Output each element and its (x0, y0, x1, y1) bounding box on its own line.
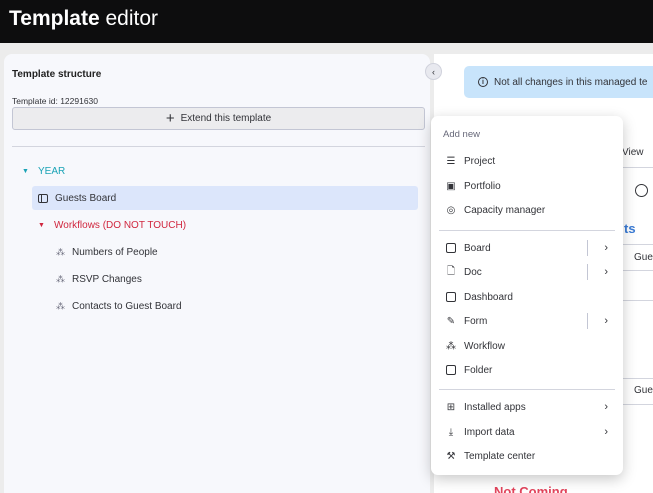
menu-item-label: Form (464, 315, 488, 327)
chevron-right-icon: › (604, 401, 608, 413)
menu-header: Add new (443, 129, 480, 140)
extend-template-button[interactable]: + Extend this template (12, 107, 425, 130)
menu-item-template-center[interactable]: ⚒ Template center (431, 445, 623, 467)
view-tab[interactable]: View (622, 147, 644, 158)
menu-item-label: Portfolio (464, 180, 501, 192)
form-icon: ✎ (446, 315, 456, 327)
portfolio-icon: ▣ (446, 180, 456, 192)
divider (622, 244, 653, 245)
menu-item-import-data[interactable]: ⤓ Import data › (431, 421, 623, 443)
menu-item-installed-apps[interactable]: ⊞ Installed apps › (431, 396, 623, 418)
panel-heading: Template structure (12, 69, 102, 80)
divider (622, 270, 653, 271)
menu-item-label: Capacity manager (464, 204, 546, 216)
capacity-icon: ◎ (446, 204, 456, 216)
info-banner: i Not all changes in this managed te (464, 66, 653, 98)
tree-item-workflow[interactable]: ⁂ Contacts to Guest Board (56, 294, 182, 318)
board-icon (38, 193, 48, 203)
menu-item-label: Workflow (464, 340, 505, 352)
menu-item-capacity-manager[interactable]: ◎ Capacity manager (431, 199, 623, 221)
menu-divider (439, 389, 615, 390)
group-title-not-coming: Not Coming (494, 484, 568, 493)
column-header-fragment: Gue (634, 252, 653, 263)
menu-item-label: Template center (464, 450, 536, 462)
menu-item-label: Import data (464, 426, 515, 438)
import-icon: ⤓ (448, 426, 454, 438)
top-bar: Template editor (0, 0, 653, 43)
chevron-right-icon[interactable]: › (604, 315, 608, 327)
group-title-fragment: ts (624, 221, 636, 236)
chevron-left-icon: ‹ (432, 66, 435, 77)
chevron-right-icon[interactable]: › (604, 242, 608, 254)
template-center-icon: ⚒ (446, 450, 456, 462)
divider (622, 300, 653, 301)
separator (587, 264, 588, 280)
divider (12, 146, 425, 147)
menu-item-label: Project (464, 155, 496, 167)
divider (622, 167, 653, 168)
workflow-icon: ⁂ (56, 246, 65, 257)
page-title: Template editor (9, 6, 158, 32)
doc-icon: 🗋 (446, 265, 456, 277)
tree-label: Guests Board (55, 192, 117, 204)
tree-item-guests-board[interactable]: Guests Board (32, 186, 418, 210)
tree-item-workflows[interactable]: ▼ Workflows (DO NOT TOUCH) (38, 213, 186, 237)
menu-item-label: Dashboard (464, 291, 513, 303)
separator (587, 240, 588, 256)
menu-item-portfolio[interactable]: ▣ Portfolio (431, 175, 623, 197)
tree-label: Numbers of People (72, 246, 158, 258)
menu-item-label: Board (464, 242, 491, 254)
project-icon: ☰ (446, 155, 456, 167)
caret-down-icon: ▼ (38, 221, 45, 229)
divider (622, 378, 653, 379)
add-new-menu: Add new ☰ Project ▣ Portfolio ◎ Capacity… (431, 116, 623, 475)
person-icon[interactable] (635, 184, 648, 197)
dashboard-icon (445, 291, 457, 303)
divider (622, 404, 653, 405)
title-light: editor (105, 7, 159, 30)
banner-text: Not all changes in this managed te (494, 76, 648, 88)
caret-down-icon: ▼ (22, 167, 29, 175)
menu-item-project[interactable]: ☰ Project (431, 150, 623, 172)
workflow-icon: ⁂ (56, 273, 65, 284)
collapse-panel-button[interactable]: ‹ (425, 63, 442, 80)
menu-item-folder[interactable]: Folder (431, 359, 623, 381)
menu-item-board[interactable]: Board › (431, 237, 623, 259)
menu-item-label: Folder (464, 364, 493, 376)
menu-item-label: Installed apps (464, 401, 526, 413)
extend-label: Extend this template (180, 113, 272, 124)
menu-item-label: Doc (464, 266, 482, 278)
column-header-fragment: Gue (634, 385, 653, 396)
title-bold: Template (9, 7, 100, 30)
tree-item-workflow[interactable]: ⁂ RSVP Changes (56, 267, 142, 291)
template-id: Template id: 12291630 (12, 96, 99, 106)
tree-label: Contacts to Guest Board (72, 300, 182, 312)
workflow-icon: ⁂ (446, 340, 456, 352)
folder-icon (445, 364, 457, 376)
chevron-right-icon: › (604, 426, 608, 438)
tree-label: YEAR (38, 165, 66, 177)
plus-icon: + (165, 110, 175, 127)
tree-item-year[interactable]: ▼ YEAR (22, 159, 65, 183)
menu-item-form[interactable]: ✎ Form › (431, 310, 623, 332)
tree-item-workflow[interactable]: ⁂ Numbers of People (56, 240, 158, 264)
chevron-right-icon[interactable]: › (604, 266, 608, 278)
board-icon (445, 242, 457, 254)
menu-item-workflow[interactable]: ⁂ Workflow (431, 335, 623, 357)
info-icon: i (478, 77, 488, 87)
menu-item-doc[interactable]: 🗋 Doc › (431, 261, 623, 283)
apps-icon: ⊞ (446, 401, 456, 413)
menu-item-dashboard[interactable]: Dashboard (431, 286, 623, 308)
workflow-icon: ⁂ (56, 300, 65, 311)
template-structure-panel: Template structure Template id: 12291630… (4, 54, 430, 493)
tree-label: Workflows (DO NOT TOUCH) (54, 219, 187, 231)
tree-label: RSVP Changes (72, 273, 142, 285)
separator (587, 313, 588, 329)
menu-divider (439, 230, 615, 231)
